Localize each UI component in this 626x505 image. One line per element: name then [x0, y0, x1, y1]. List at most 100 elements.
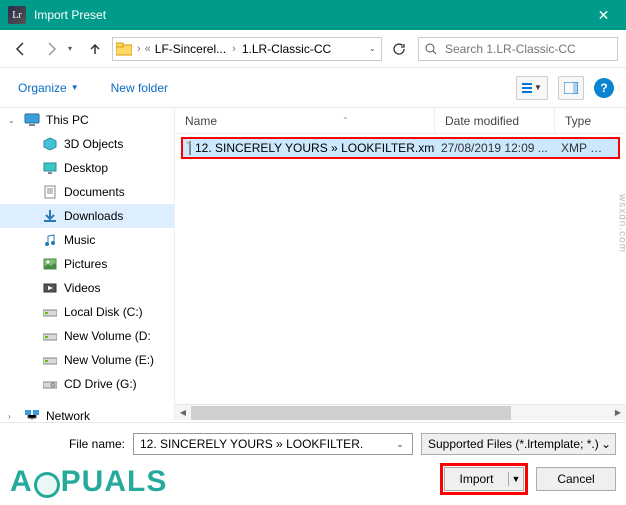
file-row[interactable]: 12. SINCERELY YOURS » LOOKFILTER.xmp 27/… — [181, 137, 620, 159]
breadcrumb-segment[interactable]: LF-Sincerel... — [153, 40, 228, 58]
search-input[interactable] — [443, 41, 611, 57]
scroll-right-icon[interactable]: ▶ — [610, 406, 626, 420]
cancel-button[interactable]: Cancel — [536, 467, 616, 491]
file-name-cell: 12. SINCERELY YOURS » LOOKFILTER.xmp — [195, 141, 435, 155]
sidebar-item-videos[interactable]: Videos — [0, 276, 174, 300]
dialog-body: ⌄ This PC 3D Objects Desktop Documents D… — [0, 108, 626, 420]
help-button[interactable]: ? — [594, 78, 614, 98]
sidebar-label: Pictures — [64, 257, 107, 271]
sidebar[interactable]: ⌄ This PC 3D Objects Desktop Documents D… — [0, 108, 175, 420]
preview-pane-button[interactable] — [558, 76, 584, 100]
col-label: Name — [185, 114, 217, 128]
sidebar-label: New Volume (E:) — [64, 353, 154, 367]
sidebar-item-local-disk-c[interactable]: Local Disk (C:) — [0, 300, 174, 324]
sidebar-label: Videos — [64, 281, 100, 295]
organize-menu[interactable]: Organize ▼ — [12, 77, 85, 99]
breadcrumb-dropdown[interactable]: ⌄ — [369, 44, 379, 53]
collapse-icon[interactable]: ⌄ — [8, 116, 16, 125]
drive-icon — [42, 328, 58, 344]
toolbar: Organize ▼ New folder ▼ ? — [0, 68, 626, 108]
window-title: Import Preset — [34, 8, 581, 22]
sort-indicator-icon: ⌃ — [342, 116, 349, 125]
file-list-area: Name ⌃ Date modified Type 12. SINCERELY … — [175, 108, 626, 420]
navigation-bar: ▾ › « LF-Sincerel... › 1.LR-Classic-CC ⌄ — [0, 30, 626, 68]
col-header-type[interactable]: Type — [555, 108, 626, 133]
sidebar-item-this-pc[interactable]: ⌄ This PC — [0, 108, 174, 132]
column-headers: Name ⌃ Date modified Type — [175, 108, 626, 134]
file-date-cell: 27/08/2019 12:09 ... — [435, 141, 555, 155]
folder-icon — [115, 41, 133, 57]
sidebar-label: This PC — [46, 113, 89, 127]
sidebar-label: Documents — [64, 185, 125, 199]
disc-drive-icon — [42, 376, 58, 392]
breadcrumb-bar[interactable]: › « LF-Sincerel... › 1.LR-Classic-CC ⌄ — [112, 37, 382, 61]
file-type-cell: XMP File — [555, 141, 615, 155]
sidebar-item-desktop[interactable]: Desktop — [0, 156, 174, 180]
back-button[interactable] — [8, 36, 34, 62]
music-icon — [42, 232, 58, 248]
this-pc-icon — [24, 112, 40, 128]
sidebar-label: Desktop — [64, 161, 108, 175]
sidebar-label: Downloads — [64, 209, 123, 223]
chevron-down-icon[interactable]: ⌄ — [392, 439, 408, 450]
arrow-up-icon — [87, 41, 103, 57]
sidebar-item-documents[interactable]: Documents — [0, 180, 174, 204]
expand-icon[interactable]: › — [8, 412, 16, 421]
refresh-button[interactable] — [386, 36, 412, 62]
pictures-icon — [42, 256, 58, 272]
sidebar-item-new-volume-d[interactable]: New Volume (D: — [0, 324, 174, 348]
search-icon — [425, 43, 437, 55]
file-name-value: 12. SINCERELY YOURS » LOOKFILTER. — [140, 437, 363, 451]
import-button[interactable]: Import ▼ — [444, 467, 524, 491]
chevron-down-icon[interactable]: ⌄ — [601, 437, 611, 451]
chevron-double-icon[interactable]: « — [145, 43, 151, 55]
arrow-left-icon — [13, 41, 29, 57]
arrow-right-icon — [43, 41, 59, 57]
new-folder-button[interactable]: New folder — [105, 77, 174, 99]
sidebar-label: Network — [46, 409, 90, 420]
refresh-icon — [392, 42, 406, 56]
breadcrumb-segment[interactable]: 1.LR-Classic-CC — [240, 40, 333, 58]
3d-objects-icon — [42, 136, 58, 152]
col-header-date[interactable]: Date modified — [435, 108, 555, 133]
scroll-left-icon[interactable]: ◀ — [175, 406, 191, 420]
chevron-down-icon[interactable]: ▼ — [509, 474, 523, 484]
sidebar-item-downloads[interactable]: Downloads — [0, 204, 174, 228]
import-label: Import — [445, 472, 509, 486]
view-mode-button[interactable]: ▼ — [516, 76, 548, 100]
sidebar-item-network[interactable]: › Network — [0, 404, 174, 420]
chevron-down-icon: ▼ — [534, 83, 542, 92]
sidebar-label: 3D Objects — [64, 137, 123, 151]
history-dropdown[interactable]: ▾ — [68, 44, 78, 53]
drive-icon — [42, 304, 58, 320]
file-type-filter[interactable]: Supported Files (*.lrtemplate; *.) ⌄ — [421, 433, 616, 455]
videos-icon — [42, 280, 58, 296]
scroll-thumb[interactable] — [191, 406, 511, 420]
organize-label: Organize — [18, 81, 67, 95]
sidebar-item-music[interactable]: Music — [0, 228, 174, 252]
network-icon — [24, 408, 40, 420]
drive-icon — [42, 352, 58, 368]
search-box[interactable] — [418, 37, 618, 61]
sidebar-item-new-volume-e[interactable]: New Volume (E:) — [0, 348, 174, 372]
col-header-name[interactable]: Name ⌃ — [175, 108, 435, 133]
horizontal-scrollbar[interactable]: ◀ ▶ — [175, 404, 626, 420]
forward-button[interactable] — [38, 36, 64, 62]
window-titlebar: Lr Import Preset ✕ — [0, 0, 626, 30]
sidebar-label: New Volume (D: — [64, 329, 151, 343]
preview-icon — [564, 82, 578, 94]
up-button[interactable] — [82, 36, 108, 62]
sidebar-item-pictures[interactable]: Pictures — [0, 252, 174, 276]
close-button[interactable]: ✕ — [581, 0, 626, 30]
dialog-footer: File name: 12. SINCERELY YOURS » LOOKFIL… — [0, 422, 626, 505]
highlight-annotation: Import ▼ — [440, 463, 528, 495]
sidebar-label: Music — [64, 233, 95, 247]
desktop-icon — [42, 160, 58, 176]
list-icon — [522, 83, 532, 93]
file-name-combobox[interactable]: 12. SINCERELY YOURS » LOOKFILTER. ⌄ — [133, 433, 413, 455]
app-icon: Lr — [8, 6, 26, 24]
sidebar-label: CD Drive (G:) — [64, 377, 137, 391]
file-rows[interactable]: 12. SINCERELY YOURS » LOOKFILTER.xmp 27/… — [175, 134, 626, 404]
sidebar-item-3d-objects[interactable]: 3D Objects — [0, 132, 174, 156]
sidebar-item-cd-drive-g[interactable]: CD Drive (G:) — [0, 372, 174, 396]
